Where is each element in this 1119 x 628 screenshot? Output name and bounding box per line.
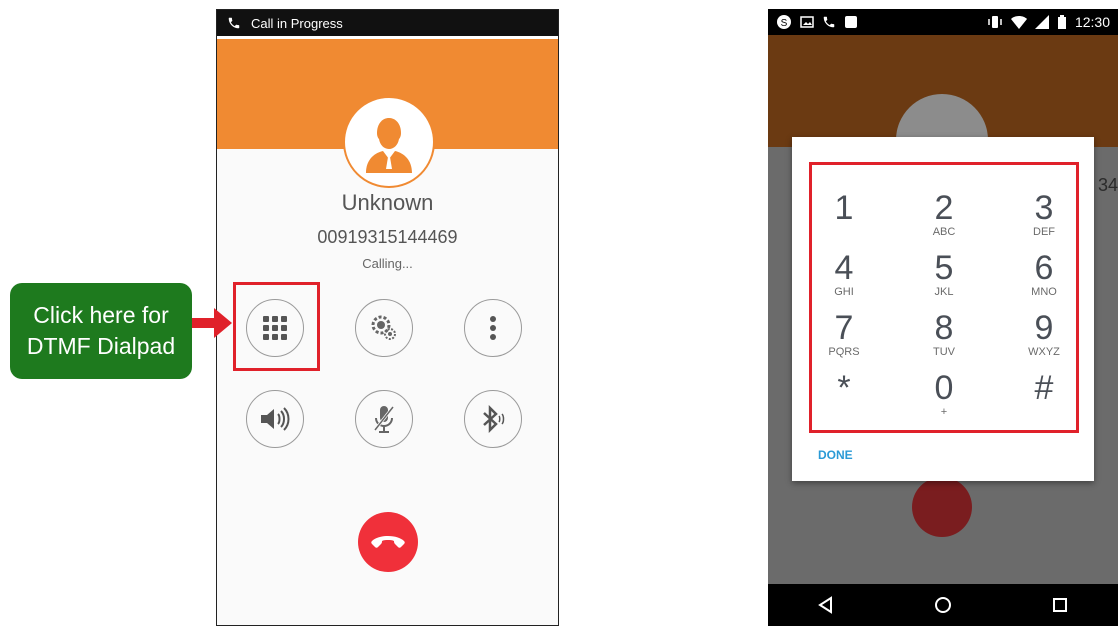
key-letters: ABC (932, 226, 956, 238)
key-digit: 5 (934, 249, 954, 287)
notification-square-icon (845, 16, 857, 28)
phone-icon (228, 17, 240, 29)
signal-icon (1034, 15, 1049, 29)
speaker-icon (261, 407, 290, 431)
more-vertical-icon (490, 316, 496, 340)
hangup-phone-icon (371, 536, 405, 548)
bluetooth-icon (483, 405, 505, 433)
skype-icon: S (777, 15, 791, 29)
key-letters: + (940, 406, 948, 418)
key-3[interactable]: 3 DEF (1009, 190, 1079, 246)
key-digit: 0 (934, 369, 954, 407)
navigation-bar (768, 584, 1118, 626)
key-letters: PQRS (828, 346, 860, 358)
svg-text:S: S (781, 18, 788, 29)
dtmf-keypad: 1 2 ABC 3 DEF 4 GHI 5 JKL 6 MNO 7 PQRS 8… (809, 162, 1079, 433)
phone-icon (823, 16, 835, 28)
dtmf-screen: S 12:30 34 1 2 ABC 3 DEF 4 GHI 5 JKL 6 M… (768, 9, 1118, 626)
dtmf-callout: Click here for DTMF Dialpad (10, 283, 192, 379)
caller-number-dimmed: 34 (1098, 175, 1118, 195)
recents-icon[interactable] (1051, 596, 1069, 614)
key-4[interactable]: 4 GHI (809, 250, 879, 306)
key-star[interactable]: * (809, 370, 879, 426)
wifi-icon (1010, 16, 1027, 29)
key-letters: JKL (934, 286, 954, 298)
caller-avatar (343, 96, 435, 188)
key-hash[interactable]: # (1009, 370, 1079, 426)
key-6[interactable]: 6 MNO (1009, 250, 1079, 306)
hangup-button[interactable] (358, 512, 418, 572)
key-9[interactable]: 9 WXYZ (1009, 310, 1079, 366)
key-digit: 6 (1034, 249, 1054, 287)
key-digit: * (837, 369, 851, 407)
key-letters: MNO (1031, 286, 1057, 298)
caller-name: Unknown (341, 190, 434, 215)
bluetooth-button[interactable] (464, 390, 522, 448)
status-bar-right: S 12:30 (768, 9, 1118, 35)
key-letters: DEF (1033, 226, 1055, 238)
key-digit: 4 (834, 249, 854, 287)
status-bar: Call in Progress (217, 10, 558, 36)
home-icon[interactable] (933, 595, 953, 615)
key-0[interactable]: 0 + (909, 370, 979, 426)
call-settings-button[interactable] (355, 299, 413, 357)
key-5[interactable]: 5 JKL (909, 250, 979, 306)
key-digit: 1 (834, 189, 854, 227)
more-options-button[interactable] (464, 299, 522, 357)
call-status: Calling... (362, 256, 413, 271)
key-letters: GHI (834, 286, 854, 298)
dtmf-dialog: 1 2 ABC 3 DEF 4 GHI 5 JKL 6 MNO 7 PQRS 8… (792, 137, 1094, 481)
back-icon[interactable] (817, 596, 835, 614)
battery-icon (1057, 15, 1066, 29)
callout-line-2: DTMF Dialpad (26, 333, 176, 359)
key-2[interactable]: 2 ABC (909, 190, 979, 246)
key-digit: 7 (834, 309, 854, 347)
dialpad-highlight (233, 282, 320, 371)
key-letters: WXYZ (1028, 346, 1060, 358)
person-icon (366, 118, 412, 173)
key-1[interactable]: 1 (809, 190, 879, 246)
arrow-right-icon (192, 308, 232, 338)
key-digit: 3 (1034, 189, 1054, 227)
status-time: 12:30 (1074, 14, 1110, 30)
caller-number: 00919315144469 (317, 227, 458, 247)
key-digit: 2 (934, 189, 954, 227)
gear-icon (371, 315, 396, 340)
key-letters: TUV (933, 346, 955, 358)
done-button[interactable]: DONE (818, 448, 853, 462)
key-8[interactable]: 8 TUV (909, 310, 979, 366)
vibrate-icon (988, 16, 1002, 28)
key-digit: # (1034, 369, 1054, 407)
speaker-button[interactable] (246, 390, 304, 448)
key-7[interactable]: 7 PQRS (809, 310, 879, 366)
image-icon (800, 16, 814, 28)
hangup-button-dimmed (912, 477, 972, 537)
mic-muted-icon (373, 406, 395, 433)
key-digit: 9 (1034, 309, 1054, 347)
callout-line-1: Click here for (33, 302, 169, 328)
status-title: Call in Progress (251, 15, 343, 31)
mute-button[interactable] (355, 390, 413, 448)
key-digit: 8 (934, 309, 954, 347)
